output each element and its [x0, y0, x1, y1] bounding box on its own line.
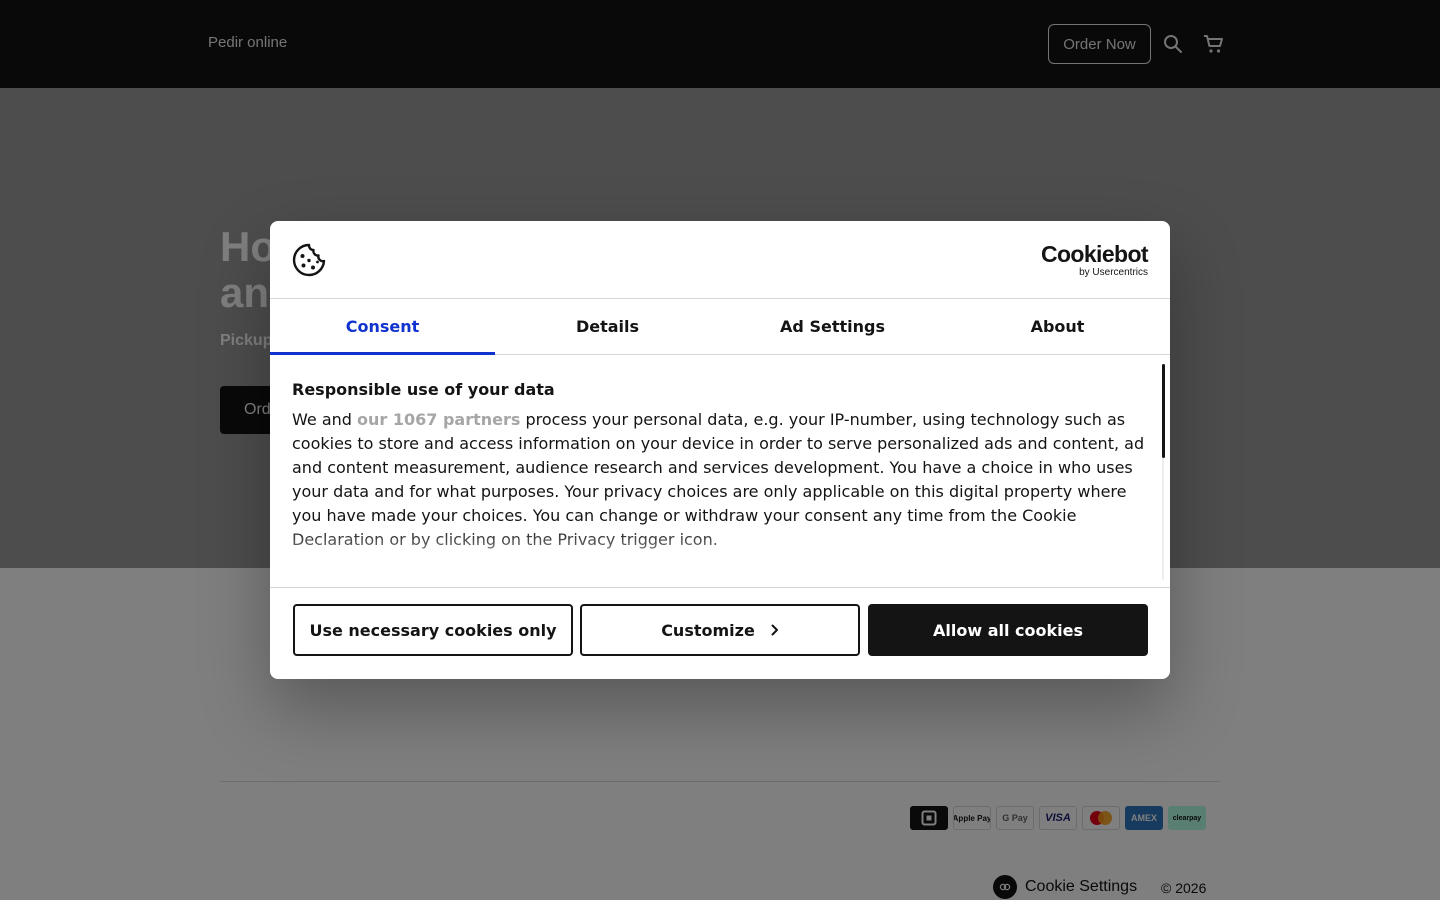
allow-all-cookies-button[interactable]: Allow all cookies: [868, 604, 1148, 656]
dialog-body[interactable]: Responsible use of your data We and our …: [270, 356, 1170, 587]
dialog-footer: Use necessary cookies only Customize All…: [270, 587, 1170, 679]
necessary-cookies-button[interactable]: Use necessary cookies only: [293, 604, 573, 656]
consent-text: We and our 1067 partners process your pe…: [292, 408, 1148, 552]
partners-link[interactable]: our 1067 partners: [357, 410, 520, 429]
scrollbar-thumb[interactable]: [1162, 364, 1165, 458]
consent-text-start: We and: [292, 410, 357, 429]
dialog-header: Cookiebot by Usercentrics: [270, 221, 1170, 299]
cookie-consent-dialog: Cookiebot by Usercentrics Consent Detail…: [270, 221, 1170, 679]
customize-label: Customize: [661, 620, 755, 640]
cookiebot-byline: by Usercentrics: [1079, 267, 1148, 278]
dialog-tabs: Consent Details Ad Settings About: [270, 299, 1170, 355]
tab-details[interactable]: Details: [495, 299, 720, 354]
consent-heading: Responsible use of your data: [292, 380, 555, 399]
tab-about[interactable]: About: [945, 299, 1170, 354]
tab-ad-settings[interactable]: Ad Settings: [720, 299, 945, 354]
consent-content: Responsible use of your data We and our …: [292, 380, 1148, 552]
consent-text-rest: process your personal data, e.g. your IP…: [292, 410, 1145, 549]
cookiebot-logo: Cookiebot by Usercentrics: [1040, 241, 1149, 278]
customize-button[interactable]: Customize: [580, 604, 860, 656]
chevron-right-icon: [771, 624, 779, 636]
cookiebot-wordmark: Cookiebot: [1040, 241, 1149, 267]
cookie-icon: [292, 243, 326, 281]
tab-consent[interactable]: Consent: [270, 299, 495, 355]
